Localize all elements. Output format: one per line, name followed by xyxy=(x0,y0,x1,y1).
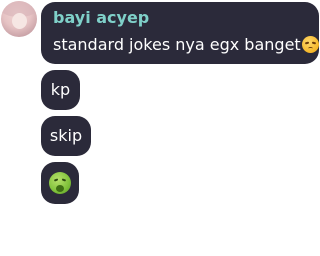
message-text: skip xyxy=(49,126,83,145)
message-bubble-2: kp xyxy=(41,70,80,110)
nauseated-face-icon xyxy=(49,172,71,194)
username[interactable]: bayi acyep xyxy=(53,8,149,27)
unamused-face-icon xyxy=(301,36,319,53)
avatar-face xyxy=(12,13,27,29)
message-bubble-1: bayi acyep standard jokes nya egx banget xyxy=(41,2,319,64)
message-text-content: standard jokes nya egx banget xyxy=(53,35,301,54)
message-text: standard jokes nya egx banget xyxy=(53,35,319,54)
avatar[interactable] xyxy=(1,1,37,37)
message-bubble-3: skip xyxy=(41,116,91,156)
message-text: kp xyxy=(50,80,71,99)
message-bubble-4 xyxy=(41,162,79,204)
